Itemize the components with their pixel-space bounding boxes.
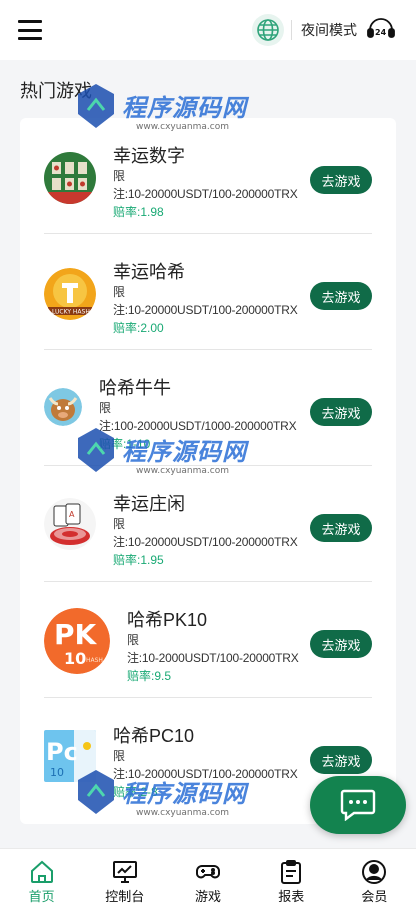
- game-limit: 限: [113, 169, 126, 183]
- game-limit: 限: [113, 285, 126, 299]
- svg-text:24: 24: [375, 28, 387, 37]
- game-odds: 赔率:1-10: [99, 437, 151, 451]
- lucky-hash-game-icon[interactable]: LUCKY HASH: [44, 268, 96, 320]
- top-bar: 夜间模式 24: [0, 0, 416, 60]
- game-row: PK 10 HASH 哈希PK10 限 注:10-2000USDT/100-20…: [44, 582, 372, 698]
- clipboard-icon: [281, 860, 302, 884]
- game-limit: 限: [99, 401, 112, 415]
- chat-icon: [340, 789, 376, 821]
- game-odds: 赔率:2.00: [113, 321, 164, 335]
- support-24h-icon[interactable]: 24: [366, 14, 396, 44]
- hash-pk10-game-icon[interactable]: PK 10 HASH: [44, 608, 110, 674]
- lucky-baccarat-game-icon[interactable]: A: [44, 498, 96, 550]
- bottom-nav: 首页 控制台 游戏 报表 会员: [0, 848, 416, 915]
- monitor-icon: [112, 861, 137, 883]
- game-odds: 赔率:1.95: [113, 553, 164, 567]
- nav-console[interactable]: 控制台: [83, 849, 166, 915]
- game-bet-range: 注:10-20000USDT/100-200000TRX: [113, 535, 298, 549]
- game-list-card: 幸运数字 限 注:10-20000USDT/100-200000TRX 赔率:1…: [20, 118, 396, 824]
- game-name: 哈希PK10: [127, 610, 208, 630]
- game-name: 哈希牛牛: [99, 378, 171, 398]
- svg-text:LUCKY HASH: LUCKY HASH: [52, 309, 90, 316]
- game-limit: 限: [113, 517, 126, 531]
- game-bet-range: 注:10-20000USDT/100-200000TRX: [113, 303, 298, 317]
- game-row: A 幸运庄闲 限 注:10-20000USDT/100-200000TRX 赔率…: [44, 466, 372, 582]
- game-name: 幸运哈希: [113, 262, 185, 282]
- home-icon: [30, 860, 53, 883]
- play-game-button[interactable]: 去游戏: [310, 282, 372, 310]
- header-divider: [291, 20, 292, 40]
- user-icon: [362, 860, 387, 884]
- hash-bull-game-icon[interactable]: [44, 388, 82, 426]
- game-odds: 赔率:9.5: [127, 669, 172, 683]
- svg-text:A: A: [69, 510, 75, 519]
- nav-member[interactable]: 会员: [333, 849, 416, 915]
- nav-home-label: 首页: [28, 889, 55, 904]
- section-title: 热门游戏: [20, 81, 92, 101]
- game-row: 幸运数字 限 注:10-20000USDT/100-200000TRX 赔率:1…: [44, 118, 372, 234]
- game-row: 哈希牛牛 限 注:100-20000USDT/1000-200000TRX 赔率…: [44, 350, 372, 466]
- svg-text:Pc: Pc: [46, 738, 78, 766]
- game-bet-range: 注:10-20000USDT/100-200000TRX: [113, 767, 298, 781]
- play-game-button[interactable]: 去游戏: [310, 746, 372, 774]
- play-game-button[interactable]: 去游戏: [310, 166, 372, 194]
- game-bet-range: 注:10-2000USDT/100-20000TRX: [127, 651, 299, 665]
- menu-icon[interactable]: [18, 20, 42, 40]
- nav-member-label: 会员: [361, 889, 388, 904]
- nav-reports-label: 报表: [278, 889, 305, 904]
- game-row: LUCKY HASH 幸运哈希 限 注:10-20000USDT/100-200…: [44, 234, 372, 350]
- play-game-button[interactable]: 去游戏: [310, 514, 372, 542]
- game-bet-range: 注:10-20000USDT/100-200000TRX: [113, 187, 298, 201]
- svg-text:10: 10: [50, 766, 64, 779]
- game-odds: 赔率:1.98: [113, 205, 164, 219]
- svg-text:HASH: HASH: [86, 657, 103, 664]
- hash-pc10-game-icon[interactable]: Pc 10: [44, 730, 96, 782]
- play-game-button[interactable]: 去游戏: [310, 630, 372, 658]
- game-limit: 限: [113, 749, 126, 763]
- nav-home[interactable]: 首页: [0, 849, 83, 915]
- game-name: 幸运数字: [113, 146, 185, 166]
- globe-icon[interactable]: [252, 14, 284, 46]
- game-name: 幸运庄闲: [113, 494, 185, 514]
- chat-button[interactable]: [310, 776, 406, 834]
- night-mode-toggle[interactable]: 夜间模式: [301, 20, 357, 40]
- nav-reports[interactable]: 报表: [250, 849, 333, 915]
- svg-text:10: 10: [64, 649, 86, 668]
- play-game-button[interactable]: 去游戏: [310, 398, 372, 426]
- game-bet-range: 注:100-20000USDT/1000-200000TRX: [99, 419, 297, 433]
- nav-games-label: 游戏: [195, 889, 222, 904]
- lucky-number-game-icon[interactable]: [44, 152, 96, 204]
- nav-console-label: 控制台: [105, 889, 145, 904]
- game-name: 哈希PC10: [113, 726, 195, 746]
- gamepad-icon: [196, 865, 220, 879]
- game-odds: 赔率:2-8: [113, 785, 158, 799]
- game-limit: 限: [127, 633, 140, 647]
- nav-games[interactable]: 游戏: [166, 849, 249, 915]
- svg-text:PK: PK: [54, 618, 98, 651]
